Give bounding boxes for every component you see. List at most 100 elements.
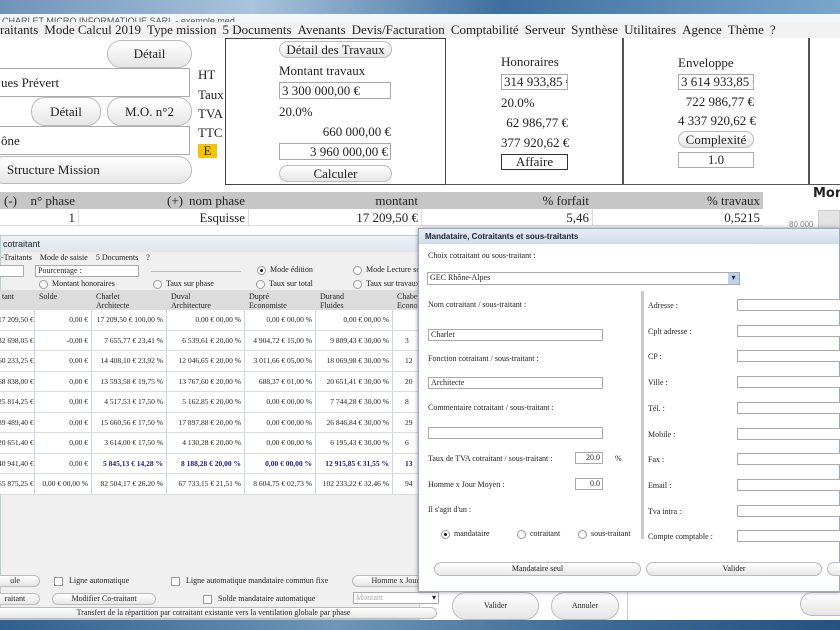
menu-item[interactable]: Comptabilité — [451, 22, 519, 37]
table-row[interactable]: 60 233,25 €0,00 €14 408,10 € 23,92 % 12 0… — [0, 351, 423, 372]
dialog-valider-button[interactable]: Valider — [646, 562, 822, 576]
location-field[interactable]: ône — [0, 126, 190, 155]
menu-item[interactable]: Type mission — [147, 22, 217, 37]
table-cell: 18 069,98 € 30,00 % — [316, 351, 393, 371]
menu-item[interactable]: raitants — [0, 22, 38, 37]
travaux-ttc-input[interactable]: 3 960 000,00 € — [279, 143, 391, 160]
commentaire-input[interactable] — [428, 427, 603, 439]
chevron-down-icon[interactable]: ▾ — [728, 273, 739, 284]
menu-item[interactable]: 5 Documents — [223, 22, 292, 37]
slider[interactable] — [151, 271, 241, 272]
fonction-input[interactable]: Architecte — [428, 377, 603, 389]
client-field[interactable]: ues Prévert — [0, 68, 190, 97]
homme-jour-input[interactable]: 0.0 — [575, 478, 603, 490]
radio-montant-honoraires[interactable]: Montant honoraires — [39, 279, 115, 289]
travaux-ht-input[interactable]: 3 300 000,00 € — [279, 82, 391, 99]
valider-button[interactable]: Valider — [452, 592, 539, 620]
cotraitant-menu-item[interactable]: 5 Documents — [96, 253, 138, 262]
field-input[interactable] — [737, 478, 840, 491]
table-row[interactable]: 55 875,25 €0,00 € 00,00 % 82 504,17 € 26,… — [0, 474, 423, 495]
menu-item[interactable]: ? — [770, 22, 776, 37]
chart-bar — [818, 210, 840, 230]
cotraitant-window-title: cotraitant — [1, 236, 421, 252]
detail-button-2[interactable]: Détail — [31, 97, 101, 126]
table-row[interactable]: 17 209,50 €0,00 €17 209,50 € 100,00 % 0,0… — [0, 310, 423, 331]
cotraitant-menu-item[interactable]: Mode de saisie — [40, 253, 88, 262]
cotraitant-input[interactable] — [0, 265, 24, 277]
radio-mandataire[interactable]: mandataire — [441, 529, 490, 539]
field-input[interactable] — [737, 324, 840, 337]
phase-row[interactable]: 1 Esquisse 17 209,50 € 5,46 0,5215 — [0, 209, 763, 226]
detail-travaux-button[interactable]: Détail des Travaux — [279, 41, 392, 58]
button[interactable] — [800, 592, 840, 616]
annuler-button[interactable]: Annuler — [551, 592, 619, 620]
ligne-auto-mandataire-checkbox[interactable]: Ligne automatique mandataire commun fixe — [171, 576, 328, 586]
field-input[interactable] — [737, 376, 840, 389]
table-row[interactable]: 25 814,25 €0,00 €4 517,53 € 17,50 % 5 162… — [0, 392, 423, 413]
button-ule[interactable]: ule — [0, 575, 40, 587]
mandataire-dialog: Mandataire, Cotraitants et sous-traitant… — [418, 228, 840, 592]
menu-item[interactable]: Mode Calcul 2019 — [44, 22, 141, 37]
field-input[interactable] — [737, 299, 840, 311]
table-row[interactable]: 68 838,00 €0,00 €13 593,58 € 19,75 % 13 7… — [0, 371, 423, 392]
menu-item[interactable]: Serveur — [525, 22, 565, 37]
honoraires-ht[interactable]: 314 933,85 € — [501, 74, 568, 90]
table-row[interactable]: 20 651,40 €0,00 €3 614,00 € 17,50 % 4 130… — [0, 433, 423, 454]
col-travaux: % travaux — [706, 193, 760, 208]
modifier-cotraitant-button[interactable]: Modifier Co-traitant — [52, 593, 156, 605]
montant-select[interactable]: Montant ▾ — [353, 592, 439, 604]
pourcentage-field[interactable]: Pourcentage : — [35, 265, 139, 277]
complexite-value[interactable]: 1.0 — [678, 152, 754, 168]
tva-input[interactable]: 20.0 — [575, 452, 603, 464]
transfert-button[interactable]: Transfert de la répartition par cotraita… — [0, 607, 437, 619]
field-input[interactable] — [737, 504, 840, 517]
menu-item[interactable]: Agence — [682, 22, 722, 37]
mandataire-seul-button[interactable]: Mandataire seul — [434, 562, 641, 576]
complexite-button[interactable]: Complexité — [678, 131, 754, 148]
button-traitant[interactable]: raitant — [0, 593, 40, 605]
nom-input[interactable]: Charlet — [428, 329, 603, 341]
e-badge[interactable]: E — [198, 144, 217, 158]
menu-item[interactable]: Thème — [728, 22, 764, 37]
radio-sous-traitant[interactable]: sous-traitant — [578, 529, 631, 539]
field-input[interactable] — [737, 427, 840, 440]
table-row[interactable]: 89 489,40 €0,00 €15 660,56 € 17,50 % 17 8… — [0, 412, 423, 433]
remove-phase-button[interactable]: (-) — [0, 192, 20, 209]
ligne-automatique-checkbox[interactable]: Ligne automatique — [54, 576, 129, 586]
table-cell: 4 130,28 € 20,00 % — [167, 433, 245, 453]
affaire-button[interactable]: Affaire — [501, 154, 568, 170]
field-input[interactable] — [737, 401, 840, 414]
cotraitant-menu-item[interactable]: ? — [146, 253, 150, 262]
add-phase-button[interactable]: (+) — [78, 192, 186, 209]
field-input[interactable] — [737, 350, 840, 363]
mo2-button[interactable]: M.O. n°2 — [107, 97, 192, 126]
field-input[interactable] — [737, 453, 840, 466]
menu-item[interactable]: Avenants — [298, 22, 346, 37]
enveloppe-ht[interactable]: 3 614 933,85 € — [678, 74, 754, 90]
menu-item[interactable]: Devis/Facturation — [352, 22, 445, 37]
table-cell: 0,00 € — [35, 433, 92, 453]
radio-taux-travaux[interactable]: Taux sur travaux — [353, 279, 420, 289]
radio-mode-edition[interactable]: Mode édition — [257, 265, 313, 275]
column-header: Solde — [39, 292, 96, 301]
field-label: CP : — [648, 352, 662, 362]
table-row[interactable]: 40 941,40 €0,00 €5 845,13 € 14,28 % 8 188… — [0, 453, 423, 474]
detail-button[interactable]: Détail — [107, 40, 192, 68]
enveloppe-tva: 722 986,77 € — [685, 94, 754, 109]
radio-mode-lecture[interactable]: Mode Lecture seu — [353, 265, 424, 275]
menu-item[interactable]: Synthèse — [571, 22, 618, 37]
field-input[interactable] — [737, 530, 840, 543]
menu-item[interactable]: Utilitaires — [624, 22, 676, 37]
structure-mission-button[interactable]: Structure Mission — [0, 156, 192, 184]
calculer-button[interactable]: Calculer — [279, 165, 392, 182]
radio-cotraitant[interactable]: cotraitant — [517, 529, 560, 539]
choix-select[interactable]: GEC Rhône-Alpes ▾ — [427, 272, 740, 285]
table-row[interactable]: 32 698,05 € -0,00 €7 655,77 € 23,41 % 6 53… — [0, 330, 423, 351]
radio-taux-phase[interactable]: Taux sur phase — [153, 279, 214, 289]
table-cell: 0,00 € 00,00 % — [167, 310, 245, 330]
dialog-button[interactable] — [827, 562, 840, 576]
radio-taux-total[interactable]: Taux sur total — [256, 279, 313, 289]
solde-mandataire-checkbox[interactable]: Solde mandataire automatique — [203, 594, 315, 604]
homme-jour-button[interactable]: Homme x Jour — [352, 575, 422, 587]
cotraitant-menu-item[interactable]: -Traitants — [1, 253, 32, 262]
